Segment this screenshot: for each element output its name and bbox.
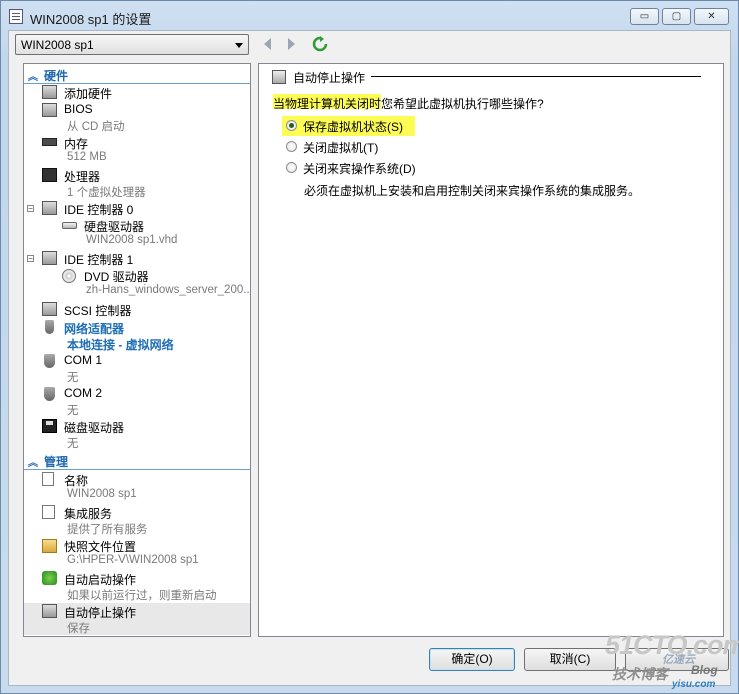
window-title: WIN2008 sp1 的设置 (30, 12, 152, 27)
management-section-header[interactable]: ︽ 管理 (24, 452, 250, 470)
sidebar-item-com1[interactable]: COM 1 无 (24, 352, 250, 384)
collapse-tree-icon[interactable]: − (27, 255, 34, 263)
bios-icon (42, 103, 57, 117)
auto-start-icon (42, 571, 57, 585)
auto-stop-icon (42, 604, 57, 618)
sidebar-item-snapshot-location[interactable]: 快照文件位置 G:\HPER-V\WIN2008 sp1 (24, 537, 250, 569)
sidebar-item-floppy-drive[interactable]: 磁盘驱动器 无 (24, 418, 250, 450)
title-bar[interactable]: WIN2008 sp1 的设置 ▭ ▢ ✕ (1, 1, 738, 31)
collapse-icon: ︽ (28, 458, 38, 469)
cancel-button[interactable]: 取消(C) (524, 648, 616, 671)
sidebar-item-integration-services[interactable]: 集成服务 提供了所有服务 (24, 504, 250, 536)
shutdown-guest-label[interactable]: 关闭来宾操作系统(D) (303, 160, 416, 177)
question-text: 当物理计算机关闭时您希望此虚拟机执行哪些操作? (273, 97, 544, 111)
name-icon (42, 472, 54, 486)
settings-tree: ︽ 硬件 添加硬件 BIOS 从 CD 启动 内存 512 MB 处理器 1 个… (23, 63, 251, 637)
processor-icon (42, 168, 57, 182)
minimize-button[interactable]: ▭ (630, 8, 659, 25)
vm-select-value: WIN2008 sp1 (21, 38, 94, 52)
refresh-icon[interactable] (312, 36, 328, 52)
sidebar-item-scsi-controller[interactable]: SCSI 控制器 (24, 301, 250, 318)
ide-controller-icon (42, 201, 57, 215)
com-port-icon (44, 354, 55, 368)
back-arrow-icon[interactable] (264, 38, 271, 50)
shutdown-guest-radio[interactable] (286, 162, 297, 173)
integration-services-icon (42, 505, 55, 519)
watermark-blog-cn: 技术博客 (612, 666, 668, 682)
sidebar-item-bios[interactable]: BIOS 从 CD 启动 (24, 101, 250, 133)
memory-icon (42, 138, 57, 146)
sidebar-item-ide-controller-1[interactable]: − IDE 控制器 1 (24, 250, 250, 267)
snapshot-folder-icon (42, 539, 57, 553)
sidebar-item-add-hardware[interactable]: 添加硬件 (24, 84, 250, 101)
hard-drive-icon (62, 222, 77, 229)
dvd-disc-icon (62, 269, 76, 283)
collapse-icon: ︽ (28, 72, 38, 83)
sidebar-item-dvd-drive[interactable]: DVD 驱动器 zh-Hans_windows_server_200... (24, 267, 250, 299)
collapse-tree-icon[interactable]: − (27, 205, 34, 213)
turn-off-radio[interactable] (286, 141, 297, 152)
watermark-yisu-cn: 亿速云 (662, 654, 695, 666)
vm-select-dropdown[interactable]: WIN2008 sp1 (15, 34, 249, 55)
section-divider (371, 76, 701, 77)
add-hardware-icon (42, 85, 57, 99)
ide-controller-icon (42, 251, 57, 265)
com-port-icon (44, 387, 55, 401)
watermark-yisu-en: yisu.com (672, 679, 716, 690)
sidebar-item-hard-drive[interactable]: 硬盘驱动器 WIN2008 sp1.vhd (24, 217, 250, 249)
section-title: 自动停止操作 (293, 71, 366, 85)
forward-arrow-icon[interactable] (288, 38, 295, 50)
sidebar-item-auto-stop[interactable]: 自动停止操作 保存 (24, 603, 250, 635)
hardware-section-header[interactable]: ︽ 硬件 (24, 66, 250, 84)
integration-note: 必须在虚拟机上安装和启用控制关闭来宾操作系统的集成服务。 (304, 184, 641, 198)
sidebar-item-memory[interactable]: 内存 512 MB (24, 134, 250, 166)
maximize-button[interactable]: ▢ (662, 8, 691, 25)
settings-icon (9, 9, 23, 24)
save-state-radio[interactable] (286, 120, 297, 131)
sidebar-item-processor[interactable]: 处理器 1 个虚拟处理器 (24, 167, 250, 199)
close-button[interactable]: ✕ (694, 8, 729, 25)
settings-window: WIN2008 sp1 的设置 ▭ ▢ ✕ WIN2008 sp1 ︽ 硬件 添… (0, 0, 739, 694)
chevron-down-icon (235, 43, 243, 48)
auto-stop-icon (272, 70, 286, 84)
sidebar-item-auto-start[interactable]: 自动启动操作 如果以前运行过，则重新启动 (24, 570, 250, 602)
floppy-icon (42, 419, 57, 433)
scsi-controller-icon (42, 302, 57, 316)
sidebar-item-network-adapter[interactable]: 网络适配器 本地连接 - 虚拟网络 (24, 319, 250, 352)
watermark-blog-en: Blog (691, 663, 718, 677)
ok-button[interactable]: 确定(O) (429, 648, 515, 671)
save-state-label[interactable]: 保存虚拟机状态(S) (303, 118, 403, 135)
turn-off-label[interactable]: 关闭虚拟机(T) (303, 139, 378, 156)
network-adapter-icon (45, 320, 54, 334)
sidebar-item-name[interactable]: 名称 WIN2008 sp1 (24, 471, 250, 503)
sidebar-item-ide-controller-0[interactable]: − IDE 控制器 0 (24, 200, 250, 217)
sidebar-item-com2[interactable]: COM 2 无 (24, 385, 250, 417)
